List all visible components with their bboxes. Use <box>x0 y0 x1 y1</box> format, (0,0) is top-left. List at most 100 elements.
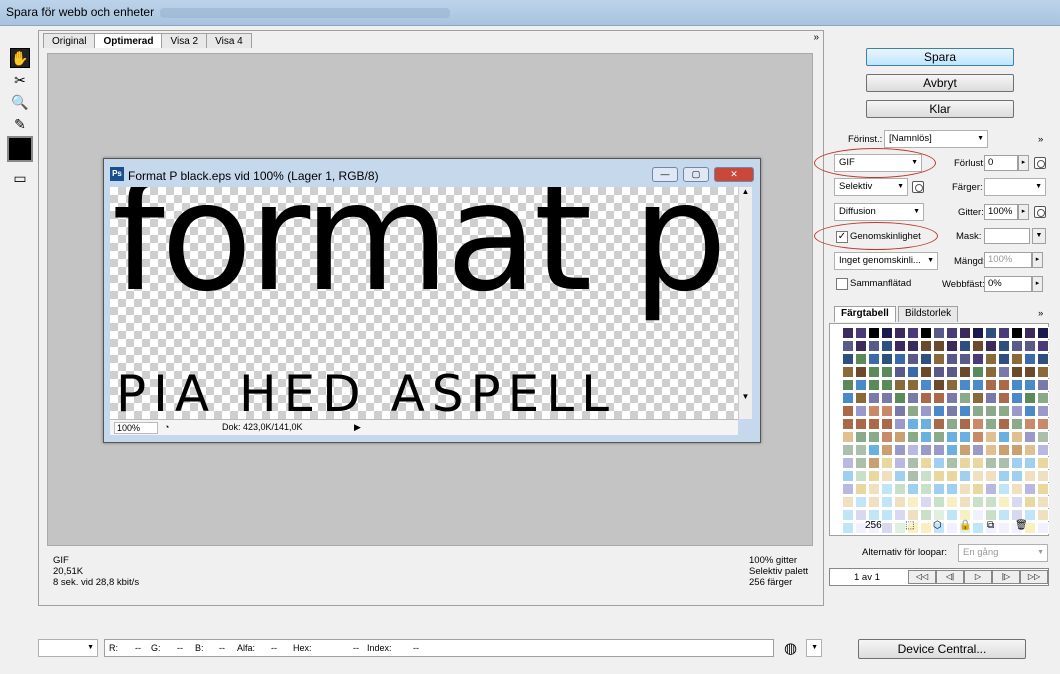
color-swatch[interactable] <box>920 392 932 404</box>
color-swatch[interactable] <box>946 340 958 352</box>
color-swatch[interactable] <box>855 379 867 391</box>
color-swatch[interactable] <box>868 444 880 456</box>
tab-original[interactable]: Original <box>43 33 96 48</box>
color-swatch[interactable] <box>855 327 867 339</box>
tab-image-size[interactable]: Bildstorlek <box>898 306 959 322</box>
palette-mask-icon[interactable] <box>912 181 924 193</box>
color-swatch[interactable] <box>1037 379 1049 391</box>
color-swatch[interactable] <box>972 327 984 339</box>
color-swatch[interactable] <box>1037 483 1049 495</box>
color-swatch[interactable] <box>868 340 880 352</box>
color-swatch[interactable] <box>894 340 906 352</box>
color-swatch[interactable] <box>842 405 854 417</box>
color-swatch[interactable] <box>1024 431 1036 443</box>
color-swatch[interactable] <box>933 444 945 456</box>
color-swatch[interactable] <box>855 483 867 495</box>
color-swatch[interactable] <box>959 483 971 495</box>
color-swatch[interactable] <box>933 379 945 391</box>
color-swatch[interactable] <box>1024 496 1036 508</box>
color-swatch[interactable] <box>842 392 854 404</box>
color-swatch[interactable] <box>868 327 880 339</box>
color-swatch[interactable] <box>998 405 1010 417</box>
color-swatch[interactable] <box>959 457 971 469</box>
color-swatch[interactable] <box>1037 366 1049 378</box>
color-swatch[interactable] <box>920 483 932 495</box>
color-swatch[interactable] <box>907 496 919 508</box>
color-swatch[interactable] <box>985 483 997 495</box>
color-swatch[interactable] <box>855 353 867 365</box>
color-swatch[interactable] <box>1011 496 1023 508</box>
color-swatch[interactable] <box>868 483 880 495</box>
next-frame-button[interactable]: |▷ <box>992 570 1020 584</box>
color-swatch[interactable] <box>920 418 932 430</box>
tab-optimized[interactable]: Optimerad <box>94 33 163 48</box>
color-swatch[interactable] <box>907 392 919 404</box>
browser-dropdown[interactable] <box>806 639 822 657</box>
color-swatch[interactable] <box>855 431 867 443</box>
color-swatch[interactable] <box>972 340 984 352</box>
color-swatch[interactable] <box>985 340 997 352</box>
transparency-dither-dropdown[interactable]: Inget genomskinli... <box>834 252 938 270</box>
prev-frame-button[interactable]: ◁| <box>936 570 964 584</box>
color-swatch[interactable] <box>894 431 906 443</box>
color-swatch[interactable] <box>998 340 1010 352</box>
web-shift-icon[interactable]: ⬡ <box>933 520 942 531</box>
color-swatch[interactable] <box>959 366 971 378</box>
color-swatch[interactable] <box>1024 340 1036 352</box>
color-swatch[interactable] <box>946 392 958 404</box>
color-swatch[interactable] <box>933 418 945 430</box>
color-swatch[interactable] <box>881 353 893 365</box>
color-swatch[interactable] <box>1011 418 1023 430</box>
color-swatch[interactable] <box>920 444 932 456</box>
color-swatch[interactable] <box>1037 444 1049 456</box>
color-swatch[interactable] <box>868 470 880 482</box>
color-swatch[interactable] <box>842 470 854 482</box>
color-swatch[interactable] <box>972 366 984 378</box>
web-snap-slider-arrow-icon[interactable]: ▸ <box>1032 276 1043 292</box>
done-button[interactable]: Klar <box>866 100 1014 118</box>
status-menu-arrow-icon[interactable]: ▶ <box>354 422 361 433</box>
color-swatch[interactable] <box>1024 483 1036 495</box>
color-swatch[interactable] <box>946 366 958 378</box>
color-swatch[interactable] <box>1024 327 1036 339</box>
color-swatch[interactable] <box>1024 366 1036 378</box>
loss-input[interactable]: 0 <box>984 155 1018 171</box>
amount-input[interactable]: 100% <box>984 252 1032 268</box>
color-swatch[interactable] <box>881 340 893 352</box>
color-swatch[interactable] <box>1011 366 1023 378</box>
color-swatch[interactable] <box>933 483 945 495</box>
color-swatch[interactable] <box>907 444 919 456</box>
preview-in-browser-icon[interactable]: ◍ <box>784 639 797 657</box>
color-swatch[interactable] <box>868 405 880 417</box>
color-swatch[interactable] <box>959 444 971 456</box>
color-swatch[interactable] <box>972 444 984 456</box>
dither-slider-arrow-icon[interactable]: ▸ <box>1018 204 1029 220</box>
color-swatch[interactable] <box>946 483 958 495</box>
preset-dropdown[interactable]: [Namnlös] <box>884 130 988 148</box>
color-swatch[interactable] <box>959 340 971 352</box>
color-swatch[interactable] <box>920 405 932 417</box>
zoom-tool-icon[interactable]: 🔍 <box>10 92 30 112</box>
interlaced-checkbox[interactable] <box>836 278 848 290</box>
color-swatch[interactable] <box>933 327 945 339</box>
color-swatch[interactable] <box>842 444 854 456</box>
color-swatch[interactable] <box>881 327 893 339</box>
color-swatch[interactable] <box>946 379 958 391</box>
color-swatch[interactable] <box>855 470 867 482</box>
color-swatch[interactable] <box>907 405 919 417</box>
eyedropper-tool-icon[interactable]: ✎ <box>10 114 30 134</box>
color-swatch[interactable] <box>881 405 893 417</box>
color-swatch[interactable] <box>842 366 854 378</box>
color-swatch[interactable] <box>907 340 919 352</box>
color-swatch[interactable] <box>907 327 919 339</box>
color-swatch[interactable] <box>855 392 867 404</box>
matte-dropdown-arrow-icon[interactable]: ▼ <box>1032 228 1046 244</box>
dither-mask-icon[interactable] <box>1034 206 1046 218</box>
first-frame-button[interactable]: ◁◁ <box>908 570 936 584</box>
color-swatch[interactable] <box>959 470 971 482</box>
color-swatch[interactable] <box>1037 327 1049 339</box>
trash-icon[interactable]: 🗑 <box>1015 520 1028 531</box>
new-color-icon[interactable]: ⧉ <box>987 520 994 531</box>
color-swatch[interactable] <box>868 496 880 508</box>
color-swatch[interactable] <box>842 327 854 339</box>
